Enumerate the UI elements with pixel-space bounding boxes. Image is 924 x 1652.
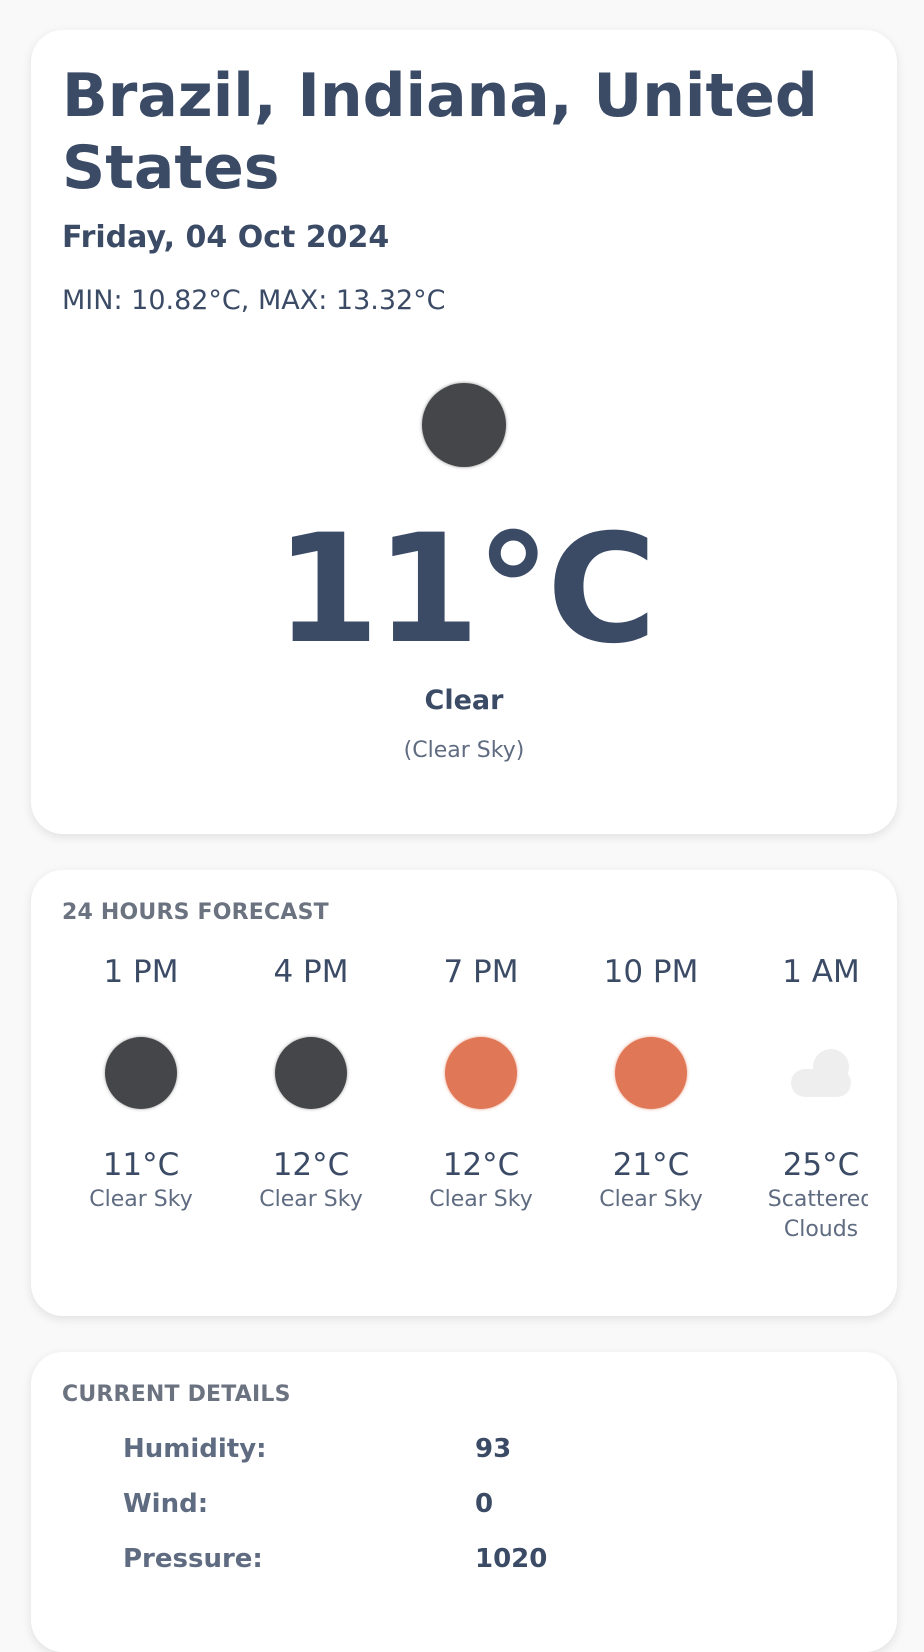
forecast-temp: 12°C <box>442 1147 520 1183</box>
forecast-desc: Clear Sky <box>599 1187 703 1212</box>
current-condition: Clear <box>424 685 504 716</box>
location-title: Brazil, Indiana, United States <box>62 61 818 203</box>
forecast-title: 24 HOURS FORECAST <box>62 900 329 925</box>
current-temperature: 11°C <box>275 503 657 677</box>
forecast-temp: 25°C <box>782 1147 860 1183</box>
detail-value: 93 <box>475 1434 512 1464</box>
forecast-temp: 11°C <box>102 1147 180 1183</box>
forecast-time: 7 PM <box>443 954 519 990</box>
forecast-temp: 21°C <box>612 1147 690 1183</box>
detail-row-pressure: Pressure: 1020 <box>123 1544 723 1599</box>
detail-value: 1020 <box>475 1544 548 1574</box>
forecast-time: 4 PM <box>273 954 349 990</box>
current-condition-detail: (Clear Sky) <box>403 738 525 763</box>
min-max-temperature: MIN: 10.82°C, MAX: 13.32°C <box>62 285 446 316</box>
forecast-hour: 1 AM 25°C Scattered Clouds <box>742 952 868 1245</box>
current-weather-card: Brazil, Indiana, United States Friday, 0… <box>31 30 897 834</box>
sun-icon <box>445 1037 517 1109</box>
forecast-desc: Clear Sky <box>259 1187 363 1212</box>
clear-night-icon <box>275 1037 347 1109</box>
forecast-desc: Scattered Clouds <box>767 1187 868 1242</box>
forecast-desc: Clear Sky <box>429 1187 533 1212</box>
forecast-temp: 12°C <box>272 1147 350 1183</box>
details-list: Humidity: 93 Wind: 0 Pressure: 1020 <box>123 1434 723 1599</box>
forecast-time: 10 PM <box>603 954 699 990</box>
detail-row-wind: Wind: 0 <box>123 1489 723 1544</box>
clear-night-icon <box>422 383 506 467</box>
hourly-forecast-card: 24 HOURS FORECAST 1 PM 11°C Clear Sky 4 … <box>31 870 897 1316</box>
details-title: CURRENT DETAILS <box>62 1382 291 1407</box>
current-date: Friday, 04 Oct 2024 <box>62 220 390 255</box>
detail-value: 0 <box>475 1489 494 1519</box>
hourly-forecast-scroller[interactable]: 1 PM 11°C Clear Sky 4 PM 12°C Clear Sky … <box>62 952 868 1272</box>
sun-icon <box>615 1037 687 1109</box>
cloud-icon <box>785 1037 857 1109</box>
forecast-desc: Clear Sky <box>89 1187 193 1212</box>
detail-label: Pressure: <box>123 1544 263 1574</box>
current-details-card: CURRENT DETAILS Humidity: 93 Wind: 0 Pre… <box>31 1352 897 1652</box>
forecast-hour: 1 PM 11°C Clear Sky <box>62 952 220 1215</box>
forecast-time: 1 AM <box>782 954 860 990</box>
forecast-time: 1 PM <box>103 954 179 990</box>
detail-row-humidity: Humidity: 93 <box>123 1434 723 1489</box>
detail-label: Wind: <box>123 1489 209 1519</box>
forecast-hour: 10 PM 21°C Clear Sky <box>572 952 730 1215</box>
forecast-hour: 7 PM 12°C Clear Sky <box>402 952 560 1215</box>
forecast-hour: 4 PM 12°C Clear Sky <box>232 952 390 1215</box>
clear-night-icon <box>105 1037 177 1109</box>
detail-label: Humidity: <box>123 1434 267 1464</box>
